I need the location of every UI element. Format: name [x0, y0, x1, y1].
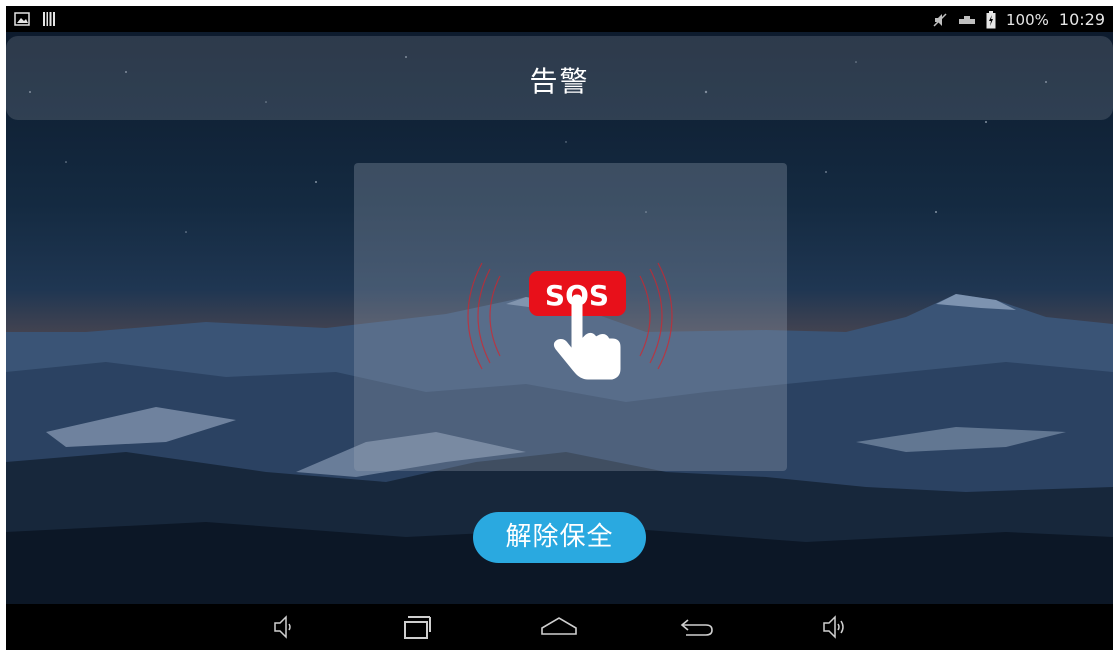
mute-icon	[933, 12, 947, 27]
navigation-bar	[6, 604, 1113, 650]
battery-charging-icon	[986, 10, 996, 28]
alarm-panel: SOS	[354, 163, 787, 471]
disarm-button[interactable]: 解除保全	[473, 512, 646, 563]
battery-percent: 100%	[1006, 10, 1049, 29]
volume-up-icon[interactable]	[821, 614, 847, 640]
sos-press-icon[interactable]: SOS	[460, 251, 680, 381]
network-icon	[959, 15, 975, 24]
back-icon[interactable]	[678, 614, 716, 640]
volume-down-icon[interactable]	[272, 614, 294, 640]
header-banner: 告警	[6, 36, 1113, 120]
image-icon	[14, 12, 30, 26]
clock: 10:29	[1058, 10, 1105, 29]
recent-apps-icon[interactable]	[402, 614, 432, 640]
page-title: 告警	[529, 65, 590, 98]
home-icon[interactable]	[539, 614, 579, 640]
screen: 100% 10:29 告警 SOS 解除保全	[6, 6, 1113, 650]
status-bar: 100% 10:29	[6, 6, 1113, 32]
barcode-icon	[43, 12, 55, 26]
